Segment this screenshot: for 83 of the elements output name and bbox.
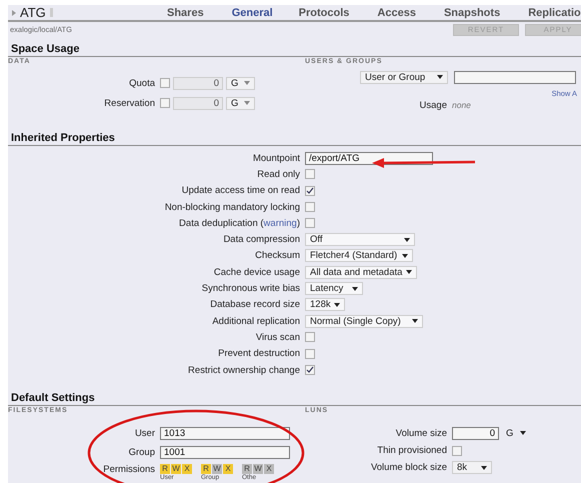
checkbox[interactable] <box>305 218 315 228</box>
permission-toggle[interactable]: W <box>171 464 181 474</box>
option-select[interactable]: All data and metadata <box>305 266 417 279</box>
caret-icon <box>437 75 443 79</box>
checkbox[interactable] <box>160 98 170 108</box>
tab[interactable]: General <box>232 6 289 18</box>
title-text: ATG <box>20 5 46 20</box>
option-select[interactable]: Latency <box>305 282 363 296</box>
checkbox[interactable] <box>452 446 462 456</box>
field-label: Permissions <box>102 464 156 476</box>
field-label: Volume size <box>394 428 448 439</box>
usage-value: none <box>452 100 471 110</box>
caret-icon <box>352 286 358 291</box>
permission-toggle[interactable]: W <box>253 464 263 474</box>
permission-toggle[interactable]: R <box>242 464 252 474</box>
field-label: Volume block size <box>370 462 448 474</box>
tab[interactable]: Shares <box>167 6 220 18</box>
field-label: Group <box>128 447 156 458</box>
permission-toggle[interactable]: X <box>182 464 192 474</box>
permission-toggle[interactable]: R <box>160 464 170 474</box>
caret-icon <box>244 81 250 85</box>
caret-icon <box>406 270 412 274</box>
input-field[interactable] <box>454 70 576 84</box>
volume-size-field[interactable]: 0 <box>452 426 499 440</box>
section-title: Inherited Properties <box>8 126 581 146</box>
field-label: Update access time on read <box>180 185 301 196</box>
user-field[interactable]: 1013 <box>160 427 290 440</box>
checkbox[interactable] <box>305 348 315 359</box>
permission-toggle[interactable]: X <box>223 464 233 474</box>
input-field[interactable]: 0 <box>173 96 223 110</box>
permission-toggle[interactable]: X <box>264 464 274 474</box>
usage-label: Usage <box>418 100 448 110</box>
field-label: Prevent destruction <box>217 348 301 360</box>
user-group-select[interactable]: User or Group <box>360 70 448 84</box>
field-label: Cache device usage <box>212 266 301 278</box>
option-select[interactable]: 128k <box>305 298 345 312</box>
field-label: Data compression <box>222 234 301 246</box>
tab[interactable]: Access <box>377 6 432 18</box>
tab[interactable]: Protocols <box>298 6 366 18</box>
tab[interactable]: Replicatio <box>528 6 581 18</box>
caret-icon <box>402 254 408 258</box>
expand-icon[interactable] <box>12 10 16 16</box>
caret-icon <box>520 431 526 436</box>
option-select[interactable]: Normal (Single Copy) <box>305 314 423 328</box>
caret-icon <box>481 466 487 470</box>
field-label: Reservation <box>103 98 156 108</box>
unit-select[interactable]: G <box>226 76 255 90</box>
field-label: Non-blocking mandatory locking <box>164 202 301 213</box>
block-size-select[interactable]: 8k <box>452 461 492 474</box>
unit-select[interactable]: G <box>502 426 530 440</box>
section-title: Space Usage <box>8 37 581 57</box>
checkbox[interactable] <box>305 169 315 180</box>
caret-icon <box>412 319 418 324</box>
field-label: Synchronous write bias <box>200 283 301 294</box>
tab[interactable]: Snapshots <box>444 6 516 18</box>
checkbox[interactable] <box>305 202 315 212</box>
field-label: User <box>134 428 156 440</box>
field-label: Quota <box>128 78 156 88</box>
caret-icon <box>244 101 250 105</box>
caret-icon <box>404 238 410 242</box>
checkbox[interactable] <box>305 186 315 196</box>
field-label: Checksum <box>254 250 301 262</box>
checkbox[interactable] <box>160 78 170 88</box>
field-label: Thin provisioned <box>376 445 448 456</box>
field-label: Mountpoint <box>252 152 301 164</box>
permission-toggle[interactable]: W <box>212 464 222 474</box>
field-label: Virus scan <box>254 332 301 343</box>
field-label: Additional replication <box>211 316 301 327</box>
permission-toggle[interactable]: R <box>201 464 211 474</box>
section-title: Default Settings <box>8 386 581 406</box>
group-field[interactable]: 1001 <box>160 446 290 460</box>
option-select[interactable]: Off <box>305 233 415 246</box>
checkbox[interactable] <box>305 365 315 375</box>
field-label: Read only <box>256 168 301 180</box>
input-field[interactable]: 0 <box>173 76 223 90</box>
warning-link[interactable]: warning <box>264 218 297 229</box>
caret-icon <box>334 302 340 307</box>
field-label: Restrict ownership change <box>187 364 301 376</box>
field-label: Database record size <box>209 299 301 310</box>
checkbox[interactable] <box>305 332 315 342</box>
option-select[interactable]: Fletcher4 (Standard) <box>305 249 413 262</box>
unit-select[interactable]: G <box>226 96 255 110</box>
field-label: Data deduplication (warning) <box>178 218 301 229</box>
